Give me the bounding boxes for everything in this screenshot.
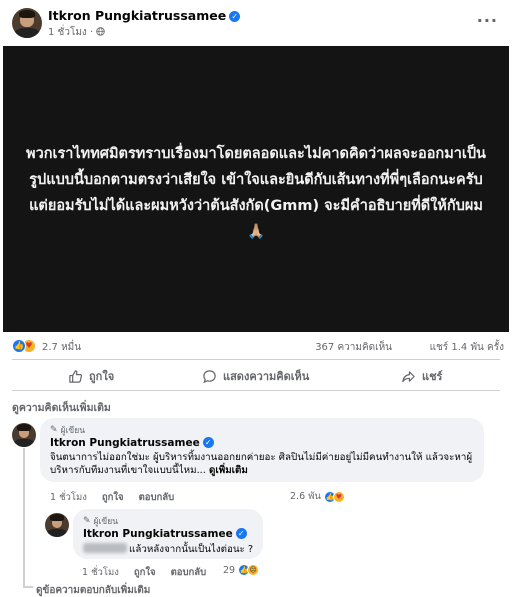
author-badge-label: ผู้เขียน (60, 426, 86, 436)
comment-author[interactable]: Itkron Pungkiatrussamee (50, 437, 200, 449)
care-reaction-icon: ♥ (332, 490, 345, 503)
reply-text-block: แล้วหลังจากนั้นเป็นไงต่อนะ ? (83, 543, 253, 556)
verified-badge-icon: ✓ (229, 11, 241, 22)
pen-icon: ✎ (83, 516, 91, 526)
comment-bubble-icon (203, 369, 216, 383)
post-actions: ถูกใจ แสดงความคิดเห็น แชร์ (0, 361, 512, 389)
comment-avatar[interactable] (12, 423, 36, 447)
comment-button-label: แสดงความคิดเห็น (223, 370, 310, 383)
author-name[interactable]: Itkron Pungkiatrussamee (48, 8, 226, 23)
reply-author-row: Itkron Pungkiatrussamee ✓ (83, 528, 247, 540)
reply-meta: 1 ชั่วโมง ถูกใจ ตอบกลับ (82, 565, 218, 580)
globe-icon (96, 27, 106, 36)
author-avatar[interactable] (12, 8, 42, 38)
reply-like-button[interactable]: ถูกใจ (134, 567, 156, 578)
author-badge: ✎ ผู้เขียน (50, 423, 85, 437)
comment-reply-button[interactable]: ตอบกลับ (139, 492, 175, 503)
author-badge: ✎ ผู้เขียน (83, 514, 118, 528)
share-button-label: แชร์ (422, 370, 443, 383)
reply-text: แล้วหลังจากนั้นเป็นไงต่อนะ ? (129, 544, 254, 555)
post-meta: 1 ชั่วโมง · (48, 25, 106, 40)
see-more-link[interactable]: ดูเพิ่มเติม (209, 465, 248, 476)
share-count[interactable]: แชร์ 1.4 พัน ครั้ง (430, 340, 504, 355)
comment-button[interactable]: แสดงความคิดเห็น (202, 365, 309, 387)
reply-author[interactable]: Itkron Pungkiatrussamee (83, 528, 233, 540)
verified-badge-icon: ✓ (235, 528, 247, 539)
reply-avatar[interactable] (45, 513, 69, 537)
view-more-comments-link[interactable]: ดูความคิดเห็นเพิ่มเติม (12, 399, 111, 416)
reply-time[interactable]: 1 ชั่วโมง (82, 567, 119, 578)
thread-line (23, 448, 25, 588)
comment-bubble: ✎ ผู้เขียน Itkron Pungkiatrussamee ✓ จินต… (40, 418, 484, 482)
comment-count[interactable]: 367 ความคิดเห็น (315, 340, 392, 355)
pen-icon: ✎ (50, 425, 58, 435)
sad-reaction-icon: ☹ (247, 564, 260, 576)
post-header: Itkron Pungkiatrussamee ✓ 1 ชั่วโมง · ··· (0, 0, 512, 46)
post-image-text: พวกเราไททศมิตรทราบเรื่องมาโดยตลอดและไม่ค… (26, 146, 486, 240)
like-button[interactable]: ถูกใจ (68, 365, 114, 387)
comment-text: จินตนาการไม่ออกใช่มะ ผู้บริหารทิ้มงานออก… (50, 452, 473, 476)
author-badge-label: ผู้เขียน (93, 517, 119, 527)
verified-badge-icon: ✓ (202, 437, 214, 448)
author-name-row: Itkron Pungkiatrussamee ✓ (48, 8, 241, 23)
reply-bubble: ✎ ผู้เขียน Itkron Pungkiatrussamee ✓ แล้ว… (73, 509, 263, 559)
post-time[interactable]: 1 ชั่วโมง (48, 27, 87, 38)
comment-reactions[interactable]: 2.6 พัน 👍 ♥ (290, 489, 345, 504)
thumbs-up-icon (69, 369, 83, 383)
comment-author-row: Itkron Pungkiatrussamee ✓ (50, 437, 214, 449)
comment-like-button[interactable]: ถูกใจ (102, 492, 124, 503)
post-image[interactable]: พวกเราไททศมิตรทราบเรื่องมาโดยตลอดและไม่ค… (3, 46, 509, 332)
like-reaction-icon: 👍 (12, 339, 26, 353)
view-more-replies-link[interactable]: ดูข้อความตอบกลับเพิ่มเติม (36, 583, 150, 597)
comment-text-block: จินตนาการไม่ออกใช่มะ ผู้บริหารทิ้มงานออก… (50, 451, 478, 477)
reaction-count[interactable]: 2.7 หมื่น (42, 340, 81, 355)
comment-time[interactable]: 1 ชั่วโมง (50, 492, 87, 503)
reply-reaction-count: 29 (223, 564, 236, 576)
thread-line (23, 586, 33, 588)
like-button-label: ถูกใจ (89, 370, 115, 383)
ellipsis-icon[interactable]: ··· (477, 11, 498, 30)
reply-reactions[interactable]: 29 👍 ☹ (223, 564, 260, 576)
comment-reaction-count: 2.6 พัน (290, 491, 321, 502)
reply-reply-button[interactable]: ตอบกลับ (171, 567, 207, 578)
divider (12, 359, 500, 360)
divider (12, 390, 500, 391)
share-button[interactable]: แชร์ (401, 365, 442, 387)
share-arrow-icon (402, 370, 415, 382)
comment-meta: 1 ชั่วโมง ถูกใจ ตอบกลับ (50, 490, 186, 505)
blurred-mention (83, 543, 127, 553)
post-stats: 👍 ♥ 2.7 หมื่น 367 ความคิดเห็น แชร์ 1.4 พ… (0, 336, 512, 358)
